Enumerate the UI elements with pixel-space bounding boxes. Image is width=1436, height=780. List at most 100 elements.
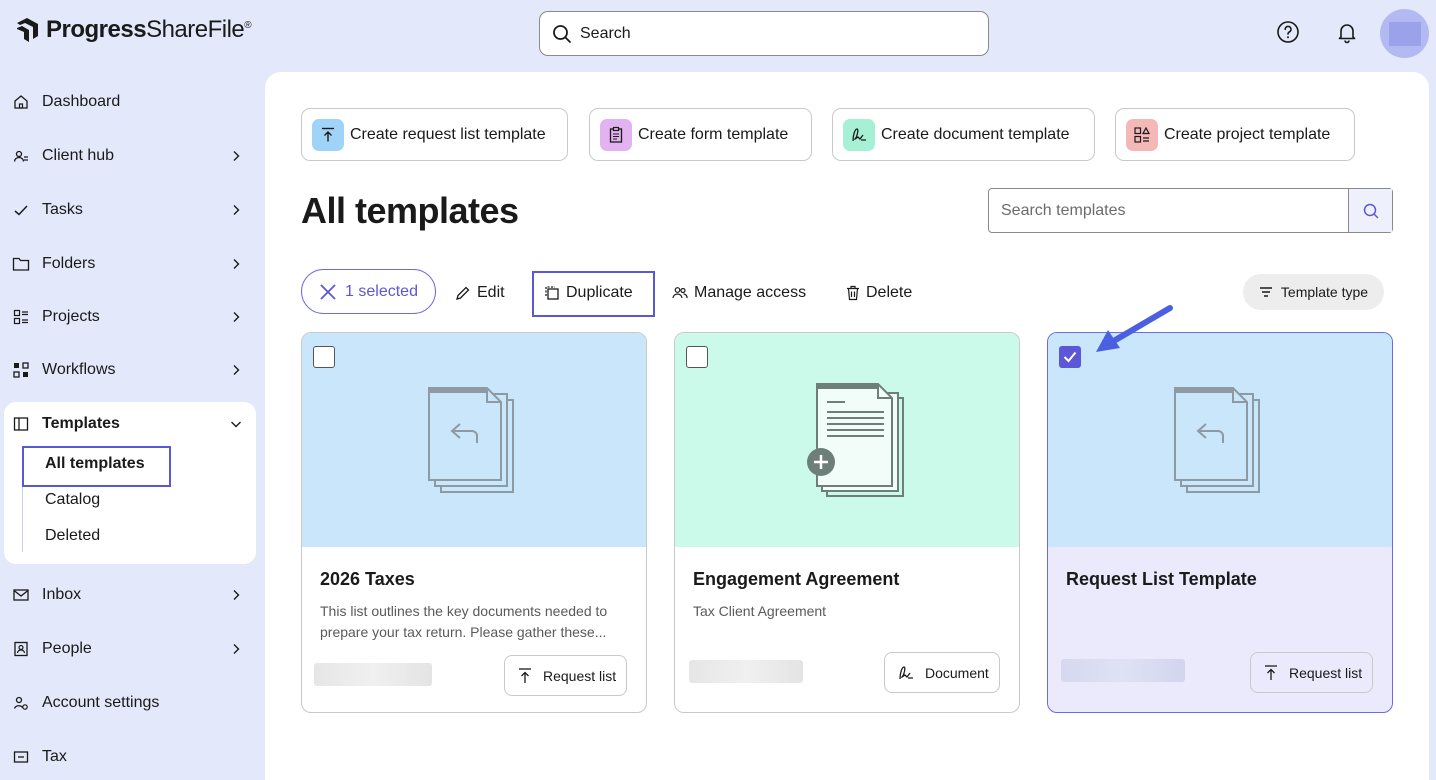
- template-card[interactable]: Engagement Agreement Tax Client Agreemen…: [674, 332, 1020, 713]
- card-hero: [302, 333, 646, 547]
- client-hub-icon: [12, 147, 30, 165]
- sidebar-item-tax[interactable]: Tax: [12, 742, 252, 772]
- workflows-icon: [12, 361, 30, 379]
- sidebar-item-people[interactable]: People: [12, 634, 252, 664]
- template-card-selected[interactable]: Request List Template Request list: [1047, 332, 1393, 713]
- folder-icon: [12, 255, 30, 273]
- account-settings-icon: [12, 694, 30, 712]
- redacted-owner: [1061, 659, 1185, 682]
- edit-button[interactable]: Edit: [455, 284, 505, 302]
- create-button-label: Create project template: [1164, 125, 1331, 143]
- filter-icon: [1259, 287, 1272, 297]
- delete-button[interactable]: Delete: [846, 284, 912, 302]
- bell-icon[interactable]: [1335, 20, 1359, 44]
- sidebar-item-client-hub[interactable]: Client hub: [12, 141, 252, 171]
- help-circle-icon[interactable]: [1276, 20, 1300, 44]
- sidebar-item-label: Dashboard: [42, 93, 121, 110]
- sidebar-item-inbox[interactable]: Inbox: [12, 580, 252, 610]
- card-hero: [675, 333, 1019, 547]
- sidebar-item-label: Folders: [42, 255, 96, 272]
- sidebar-item-folders[interactable]: Folders: [12, 249, 252, 279]
- sidebar-item-templates[interactable]: Templates: [12, 409, 252, 439]
- chevron-right-icon: [233, 644, 240, 654]
- people-icon: [12, 640, 30, 658]
- chevron-right-icon: [233, 259, 240, 269]
- document-badge: Document: [884, 652, 1000, 693]
- manage-access-button[interactable]: Manage access: [672, 284, 806, 302]
- badge-label: Request list: [1289, 664, 1363, 681]
- signature-icon: [899, 665, 913, 679]
- sidebar-item-label: Account settings: [42, 694, 160, 711]
- template-card[interactable]: 2026 Taxes This list outlines the key do…: [301, 332, 647, 713]
- edit-label: Edit: [477, 284, 505, 301]
- brand-name: ProgressShareFile®: [46, 16, 252, 43]
- create-button-label: Create form template: [638, 125, 789, 143]
- sidebar-item-label: Projects: [42, 308, 100, 325]
- card-description: This list outlines the key documents nee…: [320, 603, 608, 640]
- page-title: All templates: [301, 190, 519, 231]
- request-list-document-icon: [428, 387, 514, 493]
- selected-count: 1 selected: [345, 282, 418, 300]
- chevron-right-icon: [233, 151, 240, 161]
- duplicate-highlight: [532, 271, 655, 317]
- shapes-icon: [1126, 118, 1158, 151]
- sidebar-item-label: Tasks: [42, 201, 83, 218]
- templates-search[interactable]: [988, 188, 1393, 233]
- create-form-template-button[interactable]: Create form template: [589, 108, 812, 161]
- template-type-filter[interactable]: Template type: [1243, 274, 1384, 310]
- card-description: Tax Client Agreement: [693, 603, 827, 619]
- pencil-icon: [456, 286, 470, 300]
- chevron-right-icon: [233, 590, 240, 600]
- sidebar-subitem-deleted[interactable]: Deleted: [45, 527, 100, 545]
- checkmark-icon: [1063, 351, 1077, 363]
- search-templates-input[interactable]: [989, 189, 1348, 232]
- chevron-right-icon: [233, 365, 240, 375]
- card-title: Request List Template: [1066, 569, 1257, 589]
- upload-icon: [519, 667, 531, 683]
- badge-label: Document: [925, 664, 989, 681]
- people-icon: [672, 287, 688, 299]
- card-hero: [1048, 333, 1392, 547]
- sidebar-item-label: Templates: [42, 415, 120, 432]
- upload-icon: [1265, 664, 1277, 680]
- create-button-label: Create request list template: [350, 125, 546, 143]
- sidebar-item-workflows[interactable]: Workflows: [12, 355, 252, 385]
- redacted-owner: [689, 660, 803, 683]
- tax-icon: [12, 748, 30, 766]
- sidebar-item-label: Workflows: [42, 361, 116, 378]
- clear-selection-button[interactable]: 1 selected: [301, 269, 436, 314]
- progress-logo-icon: [17, 18, 38, 42]
- upload-icon: [312, 118, 344, 151]
- sidebar-item-account-settings[interactable]: Account settings: [12, 688, 252, 718]
- global-search-input[interactable]: Search: [539, 11, 989, 56]
- search-icon: [1363, 203, 1378, 218]
- sidebar-item-label: Tax: [42, 748, 67, 765]
- check-icon: [12, 201, 30, 219]
- sidebar-subitem-catalog[interactable]: Catalog: [45, 491, 100, 509]
- document-template-icon: [807, 383, 904, 497]
- request-list-badge: Request list: [504, 655, 628, 696]
- mail-icon: [12, 586, 30, 604]
- create-project-template-button[interactable]: Create project template: [1115, 108, 1355, 161]
- projects-icon: [12, 308, 30, 326]
- chevron-down-icon: [231, 421, 241, 428]
- create-request-list-template-button[interactable]: Create request list template: [301, 108, 568, 161]
- close-icon: [320, 283, 336, 300]
- select-checkbox[interactable]: [313, 346, 335, 368]
- all-templates-highlight: [22, 446, 171, 487]
- redacted-owner: [314, 663, 432, 686]
- progress-sharefile-logo[interactable]: ProgressShareFile®: [14, 16, 252, 44]
- search-templates-button[interactable]: [1348, 189, 1392, 232]
- create-document-template-button[interactable]: Create document template: [832, 108, 1095, 161]
- card-title: 2026 Taxes: [320, 569, 415, 589]
- request-list-badge: Request list: [1250, 652, 1374, 693]
- sidebar-item-label: Inbox: [42, 586, 82, 603]
- sidebar-item-projects[interactable]: Projects: [12, 302, 252, 332]
- sidebar-item-tasks[interactable]: Tasks: [12, 195, 252, 225]
- sidebar-item-dashboard[interactable]: Dashboard: [12, 87, 252, 117]
- select-checkbox[interactable]: [686, 346, 708, 368]
- user-avatar[interactable]: [1380, 9, 1429, 58]
- clipboard-icon: [600, 118, 632, 151]
- templates-icon: [12, 415, 30, 433]
- select-checkbox-checked[interactable]: [1059, 346, 1081, 368]
